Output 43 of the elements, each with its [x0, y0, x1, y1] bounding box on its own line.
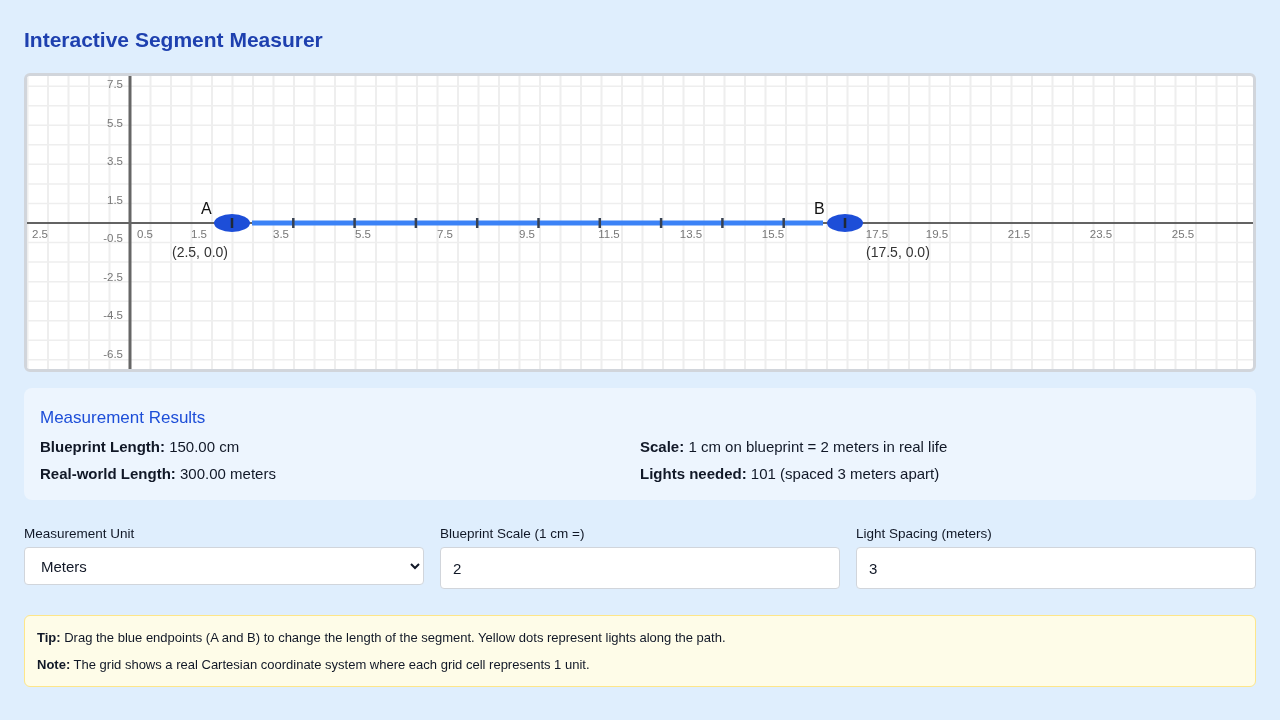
x-axis-label: 2.5	[32, 228, 48, 240]
endpoint-coordinates: (2.5, 0.0)	[172, 244, 229, 260]
result-text: Real-world Length: 300.00 meters	[40, 465, 277, 482]
x-axis-label: 17.5	[865, 228, 889, 240]
endpoint-label: B	[814, 200, 825, 217]
y-axis-label: -0.5	[103, 232, 123, 244]
x-axis-label: 1.5	[191, 228, 207, 240]
x-axis-label: 0.5	[137, 228, 153, 240]
field-label: Light Spacing (meters)	[856, 526, 993, 541]
endpoint-handle[interactable]	[827, 214, 863, 232]
x-axis-label: 23.5	[1089, 228, 1113, 240]
x-axis-label: 11.5	[598, 228, 620, 240]
y-axis-label: 5.5	[107, 116, 123, 129]
endpoint-handle[interactable]	[214, 214, 250, 232]
results-heading: Measurement Results	[40, 408, 207, 428]
result-text: Lights needed: 101 (spaced 3 meters apart)	[640, 465, 941, 482]
x-axis-label: 25.5	[1171, 228, 1195, 240]
x-axis-label: 9.5	[519, 228, 535, 240]
y-axis-label: 3.5	[107, 155, 123, 167]
x-axis-label: 13.5	[679, 228, 703, 240]
x-axis-label: 3.5	[273, 228, 289, 240]
unit-dropdown[interactable]: Meters	[24, 547, 424, 585]
result-text: Blueprint Length: 150.00 cm	[40, 438, 241, 455]
note-text: Tip: Drag the blue endpoints (A and B) to change the length of the segment. Yellow dots represent lights along the path.	[37, 630, 727, 645]
x-axis-label: 7.5	[437, 228, 453, 240]
number-field[interactable]: 3	[856, 547, 1256, 589]
y-axis-label: -2.5	[103, 270, 123, 283]
field-label: Blueprint Scale (1 cm =)	[440, 526, 586, 541]
x-axis-label: 21.5	[1007, 228, 1031, 240]
field-label: Measurement Unit	[24, 526, 136, 541]
page-title: Interactive Segment Measurer	[24, 28, 324, 52]
x-axis-label: 19.5	[925, 228, 949, 240]
result-text: Scale: 1 cm on blueprint = 2 meters in real life	[640, 438, 949, 455]
endpoint-label: A	[201, 200, 212, 217]
x-axis-label: 15.5	[761, 228, 785, 240]
y-axis-label: -4.5	[103, 309, 123, 321]
endpoint-coordinates: (17.5, 0.0)	[866, 244, 930, 260]
x-axis-label: 5.5	[355, 228, 371, 240]
note-text: Note: The grid shows a real Cartesian coordinate system where each grid cell represents 1 unit.	[37, 657, 591, 672]
y-axis-label: -6.5	[103, 347, 123, 360]
y-axis-label: 7.5	[107, 78, 123, 90]
y-axis-label: 1.5	[107, 193, 123, 206]
number-field[interactable]: 2	[440, 547, 840, 589]
